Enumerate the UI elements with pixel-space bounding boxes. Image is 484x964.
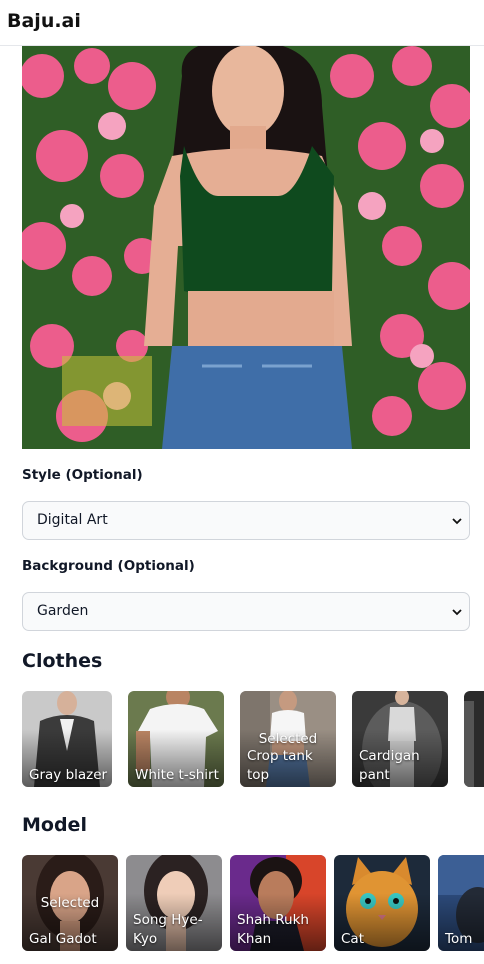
chevron-down-icon <box>452 609 462 616</box>
model-item-name: Shah Rukh Khan <box>237 912 309 947</box>
model-section-title: Model <box>22 814 87 836</box>
clothes-item-name: Cardigan pant <box>359 748 420 783</box>
background-label: Background (Optional) <box>22 558 195 574</box>
style-select-value: Digital Art <box>37 512 108 528</box>
style-select[interactable]: Digital Art <box>22 501 470 540</box>
generated-image <box>22 46 470 449</box>
brand-logo-text[interactable]: Baju.ai <box>7 10 81 32</box>
model-item-name: Cat <box>341 931 364 947</box>
clothes-item-white-tshirt[interactable]: White t-shirt <box>128 691 224 787</box>
model-item-name: Gal Gadot <box>29 931 97 947</box>
style-label: Style (Optional) <box>22 467 143 483</box>
clothes-item-cardigan-pant[interactable]: Cardigan pant <box>352 691 448 787</box>
model-item-song-hye-kyo[interactable]: Song Hye-Kyo <box>126 855 222 951</box>
chevron-down-icon <box>452 518 462 525</box>
selected-indicator: Selected <box>40 895 100 911</box>
clothes-section-title: Clothes <box>22 650 103 672</box>
model-item-tom[interactable]: Tom <box>438 855 484 951</box>
clothes-item-name: Gray blazer <box>29 767 108 783</box>
clothes-partial-thumbnail <box>464 691 484 787</box>
model-item-name: Tom <box>445 931 473 947</box>
clothes-item-name: White t-shirt <box>135 767 219 783</box>
clothes-list: Gray blazer White t-shirt Selected Crop … <box>22 691 484 787</box>
model-item-gal-gadot[interactable]: Selected Gal Gadot <box>22 855 118 951</box>
clothes-item-name: Crop tank top <box>247 748 313 783</box>
model-item-cat[interactable]: Cat <box>334 855 430 951</box>
model-list: Selected Gal Gadot Song Hye-Kyo Shah Ruk… <box>22 855 484 951</box>
background-select[interactable]: Garden <box>22 592 470 631</box>
model-item-name: Song Hye-Kyo <box>133 912 203 947</box>
clothes-item-partial[interactable] <box>464 691 484 787</box>
model-item-shah-rukh-khan[interactable]: Shah Rukh Khan <box>230 855 326 951</box>
clothes-item-crop-tank-top[interactable]: Selected Crop tank top <box>240 691 336 787</box>
background-select-value: Garden <box>37 603 89 619</box>
selected-indicator: Selected <box>258 731 318 747</box>
app-header: Baju.ai <box>0 0 484 46</box>
clothes-item-gray-blazer[interactable]: Gray blazer <box>22 691 112 787</box>
